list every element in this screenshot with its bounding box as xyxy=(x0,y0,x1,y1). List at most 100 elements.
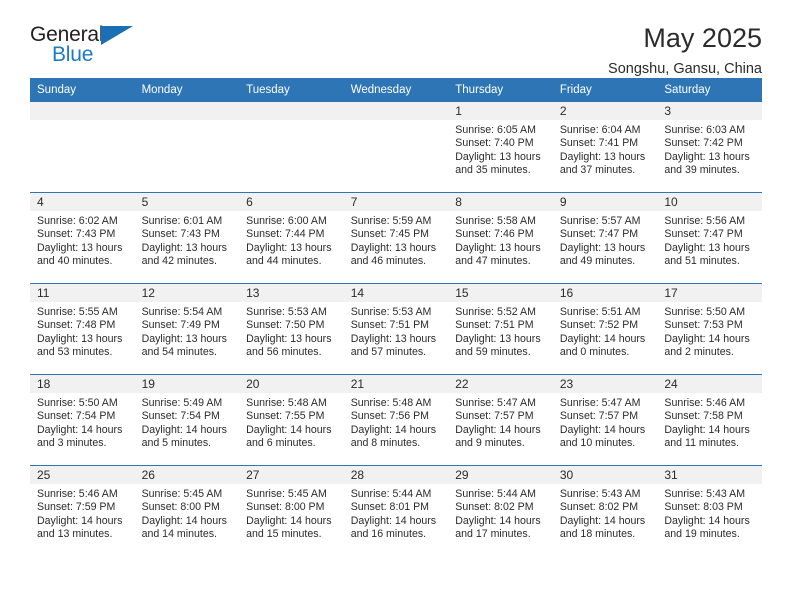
daylight-text: Daylight: 13 hours and 54 minutes. xyxy=(141,332,227,359)
sunset-text: Sunset: 7:43 PM xyxy=(141,228,220,241)
daylight-text: Daylight: 13 hours and 46 minutes. xyxy=(350,241,437,268)
sunrise-text: Sunrise: 5:50 AM xyxy=(37,397,118,409)
day-number: 3 xyxy=(657,102,762,120)
calendar-day-cell[interactable]: 21 Sunrise: 5:48 AM Sunset: 7:56 PM Dayligh… xyxy=(343,374,449,466)
sunset-text: Sunset: 7:51 PM xyxy=(455,319,534,332)
calendar-day-cell[interactable]: 30 Sunrise: 5:43 AM Sunset: 8:02 PM Dayligh… xyxy=(552,465,658,556)
day-sun-info: Sunrise: 6:04 AM Sunset: 7:41 PM Daylight:… xyxy=(553,120,658,178)
sunset-text: Sunset: 7:50 PM xyxy=(246,319,325,332)
day-cell-content: 1 Sunrise: 6:05 AM Sunset: 7:40 PM Daylight… xyxy=(448,102,553,192)
calendar-day-cell[interactable]: 16 Sunrise: 5:51 AM Sunset: 7:52 PM Dayligh… xyxy=(552,283,658,375)
sunrise-text: Sunrise: 5:44 AM xyxy=(350,488,432,500)
day-number: 1 xyxy=(448,102,553,120)
day-number: 20 xyxy=(239,375,344,393)
page-header: General Blue May 2025 Songshu, Gansu, Ch… xyxy=(30,0,762,78)
title-block: May 2025 Songshu, Gansu, China xyxy=(608,24,762,78)
daylight-text: Daylight: 14 hours and 15 minutes. xyxy=(246,514,332,541)
calendar-day-cell[interactable]: 18 Sunrise: 5:50 AM Sunset: 7:54 PM Dayligh… xyxy=(30,374,135,466)
day-cell-content xyxy=(134,102,240,192)
sunset-text: Sunset: 8:00 PM xyxy=(246,501,325,514)
calendar-day-cell[interactable]: 1 Sunrise: 6:05 AM Sunset: 7:40 PM Daylight… xyxy=(448,102,553,193)
day-cell-content: 3 Sunrise: 6:03 AM Sunset: 7:42 PM Daylight… xyxy=(657,102,762,192)
sunrise-text: Sunrise: 5:44 AM xyxy=(455,488,536,500)
sunset-text: Sunset: 7:58 PM xyxy=(664,410,743,423)
day-number: 25 xyxy=(30,466,135,484)
day-sun-info: Sunrise: 5:47 AM Sunset: 7:57 PM Daylight:… xyxy=(448,393,553,451)
calendar-day-cell[interactable]: 17 Sunrise: 5:50 AM Sunset: 7:53 PM Dayligh… xyxy=(657,283,762,375)
day-sun-info: Sunrise: 5:52 AM Sunset: 7:51 PM Daylight:… xyxy=(448,302,553,360)
daylight-text: Daylight: 14 hours and 18 minutes. xyxy=(559,514,646,541)
sunrise-text: Sunrise: 5:46 AM xyxy=(37,488,118,500)
calendar-day-cell[interactable]: 9 Sunrise: 5:57 AM Sunset: 7:47 PM Daylight… xyxy=(552,192,658,284)
day-number: 6 xyxy=(239,193,344,211)
day-sun-info: Sunrise: 5:45 AM Sunset: 8:00 PM Daylight:… xyxy=(135,484,240,542)
day-cell-content: 22 Sunrise: 5:47 AM Sunset: 7:57 PM Dayligh… xyxy=(448,375,553,465)
day-sun-info: Sunrise: 6:05 AM Sunset: 7:40 PM Daylight:… xyxy=(448,120,553,178)
calendar-day-cell[interactable]: 24 Sunrise: 5:46 AM Sunset: 7:58 PM Dayligh… xyxy=(657,374,762,466)
sunset-text: Sunset: 7:54 PM xyxy=(37,410,116,423)
daylight-text: Daylight: 13 hours and 51 minutes. xyxy=(664,241,750,268)
calendar-day-cell[interactable]: 31 Sunrise: 5:43 AM Sunset: 8:03 PM Dayligh… xyxy=(657,465,762,556)
sunrise-text: Sunrise: 6:04 AM xyxy=(559,124,641,136)
calendar-day-cell[interactable]: 27 Sunrise: 5:45 AM Sunset: 8:00 PM Dayligh… xyxy=(239,465,344,556)
calendar-day-cell[interactable]: 13 Sunrise: 5:53 AM Sunset: 7:50 PM Dayligh… xyxy=(239,283,344,375)
calendar-header-row: Sunday Monday Tuesday Wednesday Thursday… xyxy=(30,78,762,102)
calendar-day-cell[interactable]: 5 Sunrise: 6:01 AM Sunset: 7:43 PM Daylight… xyxy=(134,192,240,284)
daylight-text: Daylight: 14 hours and 11 minutes. xyxy=(664,423,750,450)
calendar-day-cell[interactable]: 10 Sunrise: 5:56 AM Sunset: 7:47 PM Dayligh… xyxy=(657,192,762,284)
calendar-day-cell[interactable]: 3 Sunrise: 6:03 AM Sunset: 7:42 PM Daylight… xyxy=(657,102,762,193)
day-cell-content xyxy=(30,102,135,192)
sunset-text: Sunset: 8:02 PM xyxy=(455,501,534,514)
calendar-day-cell[interactable]: 2 Sunrise: 6:04 AM Sunset: 7:41 PM Daylight… xyxy=(552,102,658,193)
calendar-day-cell[interactable]: 25 Sunrise: 5:46 AM Sunset: 7:59 PM Dayligh… xyxy=(30,465,135,556)
sunset-text: Sunset: 8:00 PM xyxy=(141,501,220,514)
calendar-day-cell[interactable]: 19 Sunrise: 5:49 AM Sunset: 7:54 PM Dayligh… xyxy=(134,374,240,466)
sunrise-text: Sunrise: 5:49 AM xyxy=(141,397,223,409)
calendar-day-cell[interactable]: 6 Sunrise: 6:00 AM Sunset: 7:44 PM Daylight… xyxy=(239,192,344,284)
calendar-week-row: 4 Sunrise: 6:02 AM Sunset: 7:43 PM Daylight… xyxy=(30,192,762,284)
day-sun-info: Sunrise: 5:45 AM Sunset: 8:00 PM Daylight:… xyxy=(239,484,344,542)
calendar-day-cell[interactable]: 7 Sunrise: 5:59 AM Sunset: 7:45 PM Daylight… xyxy=(343,192,449,284)
calendar-day-cell xyxy=(239,102,344,193)
calendar-week-row: 11 Sunrise: 5:55 AM Sunset: 7:48 PM Dayligh… xyxy=(30,283,762,375)
calendar-day-cell[interactable]: 15 Sunrise: 5:52 AM Sunset: 7:51 PM Dayligh… xyxy=(448,283,553,375)
calendar-page: General Blue May 2025 Songshu, Gansu, Ch… xyxy=(0,0,792,612)
daylight-text: Daylight: 14 hours and 9 minutes. xyxy=(455,423,541,450)
sunrise-text: Sunrise: 6:02 AM xyxy=(37,215,118,227)
daylight-text: Daylight: 14 hours and 10 minutes. xyxy=(559,423,646,450)
day-number: 24 xyxy=(657,375,762,393)
sunrise-text: Sunrise: 5:53 AM xyxy=(350,306,432,318)
calendar-day-cell[interactable]: 4 Sunrise: 6:02 AM Sunset: 7:43 PM Daylight… xyxy=(30,192,135,284)
day-cell-content: 10 Sunrise: 5:56 AM Sunset: 7:47 PM Dayligh… xyxy=(657,193,762,283)
day-number: 11 xyxy=(30,284,135,302)
day-sun-info: Sunrise: 5:53 AM Sunset: 7:50 PM Daylight:… xyxy=(239,302,344,360)
day-sun-info: Sunrise: 5:48 AM Sunset: 7:56 PM Daylight:… xyxy=(344,393,449,451)
day-number: 27 xyxy=(239,466,344,484)
calendar-day-cell[interactable]: 12 Sunrise: 5:54 AM Sunset: 7:49 PM Dayligh… xyxy=(134,283,240,375)
calendar-day-cell[interactable]: 23 Sunrise: 5:47 AM Sunset: 7:57 PM Dayligh… xyxy=(552,374,658,466)
day-sun-info: Sunrise: 5:44 AM Sunset: 8:02 PM Daylight:… xyxy=(448,484,553,542)
day-sun-info: Sunrise: 5:49 AM Sunset: 7:54 PM Daylight:… xyxy=(135,393,240,451)
day-number: 26 xyxy=(134,466,240,484)
day-cell-content: 11 Sunrise: 5:55 AM Sunset: 7:48 PM Dayligh… xyxy=(30,284,135,374)
calendar-day-cell[interactable]: 29 Sunrise: 5:44 AM Sunset: 8:02 PM Dayligh… xyxy=(448,465,553,556)
day-number: 5 xyxy=(134,193,240,211)
sunset-text: Sunset: 7:47 PM xyxy=(559,228,639,241)
calendar-day-cell[interactable]: 14 Sunrise: 5:53 AM Sunset: 7:51 PM Dayligh… xyxy=(343,283,449,375)
day-cell-content: 25 Sunrise: 5:46 AM Sunset: 7:59 PM Dayligh… xyxy=(30,466,135,556)
calendar-day-cell[interactable]: 8 Sunrise: 5:58 AM Sunset: 7:46 PM Daylight… xyxy=(448,192,553,284)
day-number: 22 xyxy=(448,375,553,393)
logo-text-general: General xyxy=(30,23,104,46)
calendar-day-cell[interactable]: 20 Sunrise: 5:48 AM Sunset: 7:55 PM Dayligh… xyxy=(239,374,344,466)
day-sun-info: Sunrise: 6:00 AM Sunset: 7:44 PM Daylight:… xyxy=(239,211,344,269)
weekday-header-tuesday: Tuesday xyxy=(239,78,344,102)
calendar-day-cell[interactable]: 26 Sunrise: 5:45 AM Sunset: 8:00 PM Dayligh… xyxy=(134,465,240,556)
calendar-day-cell[interactable]: 28 Sunrise: 5:44 AM Sunset: 8:01 PM Dayligh… xyxy=(343,465,449,556)
general-blue-logo[interactable]: General Blue xyxy=(30,24,150,72)
day-cell-content: 21 Sunrise: 5:48 AM Sunset: 7:56 PM Dayligh… xyxy=(343,375,449,465)
calendar-day-cell[interactable]: 22 Sunrise: 5:47 AM Sunset: 7:57 PM Dayligh… xyxy=(448,374,553,466)
daylight-text: Daylight: 14 hours and 0 minutes. xyxy=(559,332,646,359)
sunset-text: Sunset: 7:57 PM xyxy=(559,410,639,423)
daylight-text: Daylight: 13 hours and 44 minutes. xyxy=(246,241,332,268)
calendar-day-cell[interactable]: 11 Sunrise: 5:55 AM Sunset: 7:48 PM Dayligh… xyxy=(30,283,135,375)
